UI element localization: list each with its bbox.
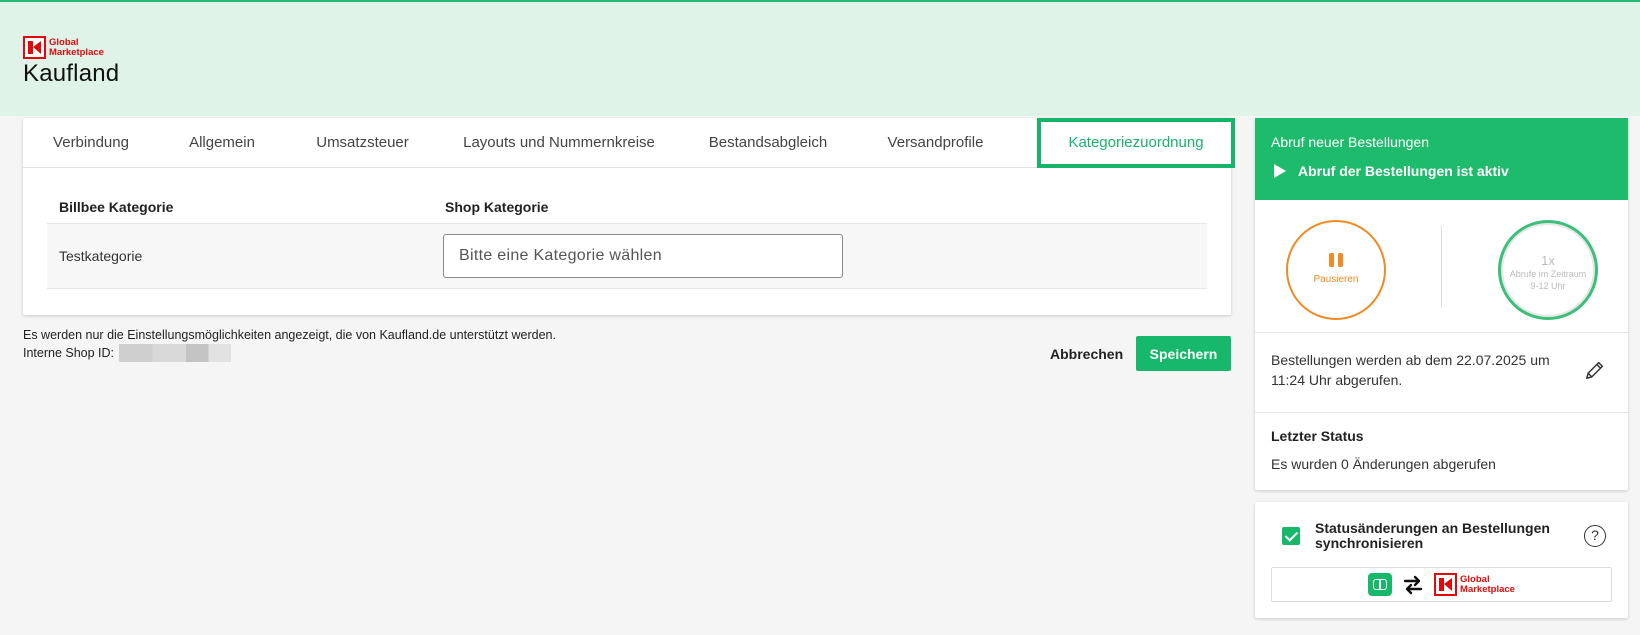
save-button[interactable]: Speichern bbox=[1136, 336, 1231, 371]
fetch-controls: Pausieren 1x Abrufe im Zeitraum 9-12 Uhr bbox=[1255, 200, 1628, 333]
footnote: Es werden nur die Einstellungsmöglichkei… bbox=[23, 326, 556, 362]
tab-verbindung[interactable]: Verbindung bbox=[23, 118, 159, 168]
tab-versandprofile[interactable]: Versandprofile bbox=[858, 118, 1013, 168]
pause-label: Pausieren bbox=[1313, 274, 1359, 285]
cancel-button[interactable]: Abbrechen bbox=[1040, 337, 1133, 371]
last-status: Letzter Status Es wurden 0 Änderungen ab… bbox=[1255, 413, 1628, 490]
table-row: Testkategorie Bitte eine Kategorie wähle… bbox=[47, 224, 1207, 289]
tab-bestandsabgleich[interactable]: Bestandsabgleich bbox=[678, 118, 858, 168]
table-header: Billbee Kategorie Shop Kategorie bbox=[47, 190, 1207, 224]
settings-tabs: Verbindung Allgemein Umsatzsteuer Layout… bbox=[23, 118, 1235, 168]
last-status-title: Letzter Status bbox=[1271, 428, 1364, 444]
shop-id-redacted bbox=[119, 344, 232, 362]
fetch-active-label: Abruf der Bestellungen ist aktiv bbox=[1298, 163, 1509, 179]
tab-layouts-und-nummernkreise[interactable]: Layouts und Nummernkreise bbox=[440, 118, 678, 168]
tab-kategoriezuordnung[interactable]: Kategoriezuordnung bbox=[1037, 118, 1235, 168]
brand: Global Marketplace Kaufland bbox=[23, 36, 119, 88]
header-band: Global Marketplace Kaufland bbox=[0, 0, 1640, 116]
pencil-icon[interactable] bbox=[1584, 359, 1606, 381]
fetch-count-caption: Abrufe im Zeitraum bbox=[1509, 269, 1587, 279]
last-status-text: Es wurden 0 Änderungen abgerufen bbox=[1271, 456, 1496, 472]
support-note: Es werden nur die Einstellungsmöglichkei… bbox=[23, 328, 556, 342]
tab-allgemein[interactable]: Allgemein bbox=[159, 118, 285, 168]
shop-id-row: Interne Shop ID: bbox=[23, 344, 556, 362]
swap-arrows-icon bbox=[1403, 575, 1423, 594]
fetch-count-period: 9-12 Uhr bbox=[1530, 281, 1566, 291]
pause-icon bbox=[1288, 253, 1384, 267]
fetch-count-gauge: 1x Abrufe im Zeitraum 9-12 Uhr bbox=[1498, 220, 1598, 320]
logo-text-line1: Global bbox=[49, 36, 79, 48]
fetch-active-status: Abruf der Bestellungen ist aktiv bbox=[1271, 163, 1612, 179]
column-header-billbee-kategorie: Billbee Kategorie bbox=[59, 198, 174, 215]
fetch-count-value: 1x bbox=[1541, 253, 1555, 268]
kaufland-logo-small: Global Marketplace bbox=[1434, 573, 1515, 596]
column-header-shop-kategorie: Shop Kategorie bbox=[445, 198, 549, 215]
fetch-info-text: Bestellungen werden ab dem 22.07.2025 um… bbox=[1271, 352, 1550, 388]
fetch-card: Abruf neuer Bestellungen Abruf der Beste… bbox=[1255, 118, 1628, 490]
shop-id-label: Interne Shop ID: bbox=[23, 346, 115, 360]
order-fetch-panel: Abruf neuer Bestellungen Abruf der Beste… bbox=[1255, 118, 1628, 618]
billbee-icon bbox=[1368, 573, 1393, 596]
divider bbox=[1441, 226, 1442, 308]
fetch-info: Bestellungen werden ab dem 22.07.2025 um… bbox=[1255, 333, 1628, 413]
sync-checkbox[interactable] bbox=[1282, 527, 1300, 545]
shop-name: Kaufland bbox=[23, 60, 120, 87]
fetch-card-title: Abruf neuer Bestellungen bbox=[1271, 134, 1429, 150]
sync-card: Statusänderungen an Bestellungen synchro… bbox=[1255, 502, 1628, 618]
tab-umsatzsteuer[interactable]: Umsatzsteuer bbox=[285, 118, 440, 168]
billbee-category-cell: Testkategorie bbox=[59, 248, 143, 264]
help-icon[interactable]: ? bbox=[1584, 525, 1606, 547]
kaufland-k-icon bbox=[23, 36, 46, 59]
sync-label: Statusänderungen an Bestellungen synchro… bbox=[1315, 520, 1550, 551]
category-table: Billbee Kategorie Shop Kategorie Testkat… bbox=[47, 190, 1207, 289]
sync-logos: Global Marketplace bbox=[1271, 567, 1612, 602]
fetch-card-header: Abruf neuer Bestellungen Abruf der Beste… bbox=[1255, 118, 1628, 200]
kaufland-k-icon bbox=[1434, 573, 1458, 596]
kaufland-logo: Global Marketplace bbox=[23, 36, 119, 59]
small-logo-text-line1: Global bbox=[1460, 573, 1490, 585]
shop-category-select[interactable]: Bitte eine Kategorie wählen bbox=[443, 234, 843, 278]
pause-button[interactable]: Pausieren bbox=[1286, 220, 1386, 320]
play-icon bbox=[1274, 164, 1286, 178]
logo-text-line2: Marketplace bbox=[49, 46, 104, 58]
small-logo-text-line2: Marketplace bbox=[1460, 583, 1515, 595]
settings-card: Verbindung Allgemein Umsatzsteuer Layout… bbox=[23, 118, 1235, 315]
